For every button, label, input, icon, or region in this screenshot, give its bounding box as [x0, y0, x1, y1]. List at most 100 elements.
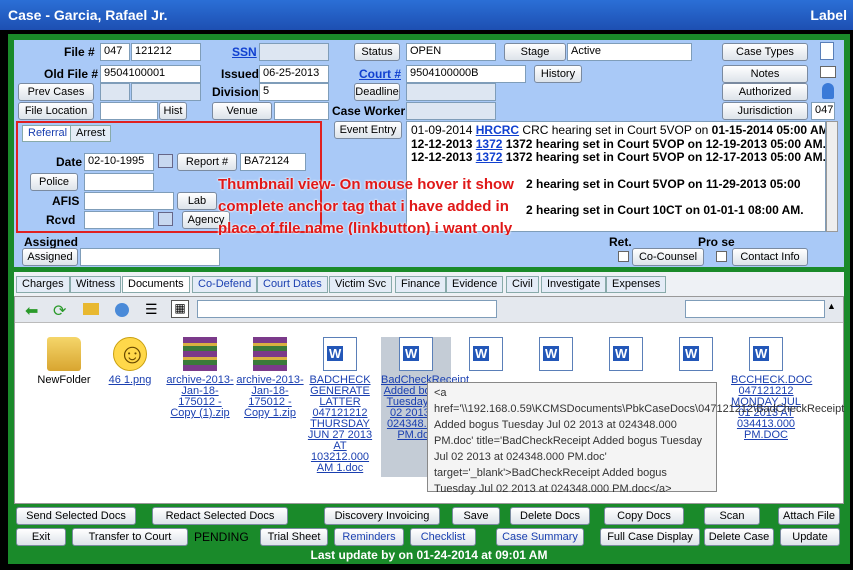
- document-name[interactable]: 46 1.png: [95, 375, 165, 386]
- document-name[interactable]: archive-2013-Jan-18-175012 - Copy 1.zip: [235, 375, 305, 419]
- full-case-display-button[interactable]: Full Case Display: [600, 528, 700, 546]
- doc-action-button[interactable]: Copy Docs: [604, 507, 684, 525]
- afis-field[interactable]: [84, 192, 174, 210]
- list-view-icon[interactable]: ☰: [145, 301, 158, 318]
- doc-action-button[interactable]: Redact Selected Docs: [152, 507, 288, 525]
- ret-checkbox[interactable]: [618, 251, 629, 262]
- court-value[interactable]: 9504100000B: [406, 65, 526, 83]
- file-no-a[interactable]: 047: [100, 43, 130, 61]
- venue-field[interactable]: [274, 102, 329, 120]
- doc-action-button[interactable]: Delete Docs: [510, 507, 590, 525]
- tab-witness[interactable]: Witness: [70, 276, 122, 293]
- reminders-button[interactable]: Reminders: [334, 528, 404, 546]
- document-name[interactable]: archive-2013-Jan-18-175012 - Copy (1).zi…: [165, 375, 235, 419]
- event-code-link[interactable]: HRCRC: [476, 123, 519, 137]
- doc-action-button[interactable]: Attach File: [778, 507, 840, 525]
- cocounsel-button[interactable]: Co-Counsel: [632, 248, 704, 266]
- document-item[interactable]: NewFolder: [29, 337, 99, 386]
- police-button[interactable]: Police: [30, 173, 78, 191]
- calendar-icon[interactable]: [158, 212, 173, 226]
- assigned-field[interactable]: [80, 248, 220, 266]
- exit-button[interactable]: Exit: [16, 528, 66, 546]
- authorized-button[interactable]: Authorized: [722, 83, 808, 101]
- tab-documents[interactable]: Documents: [122, 276, 190, 293]
- assigned-button[interactable]: Assigned: [22, 248, 78, 266]
- document-name[interactable]: BADCHECK GENERATE LATTER 047121212 THURS…: [305, 375, 375, 474]
- division-value[interactable]: 5: [259, 83, 329, 101]
- doc-action-button[interactable]: Send Selected Docs: [16, 507, 136, 525]
- rcvd-field[interactable]: [84, 211, 154, 229]
- thumbnail-view-icon[interactable]: ▦: [171, 300, 189, 318]
- issued-value[interactable]: 06-25-2013: [259, 65, 329, 83]
- file-location-field[interactable]: [100, 102, 158, 120]
- status-value[interactable]: OPEN: [406, 43, 496, 61]
- stage-value[interactable]: Active: [567, 43, 692, 61]
- tab-finance[interactable]: Finance: [395, 276, 447, 293]
- user-icon[interactable]: [822, 83, 834, 99]
- stage-button[interactable]: Stage: [504, 43, 566, 61]
- document-item[interactable]: [591, 337, 661, 375]
- prev-field-b[interactable]: [131, 83, 201, 101]
- event-entry-button[interactable]: Event Entry: [334, 121, 402, 139]
- tab-charges[interactable]: Charges: [16, 276, 70, 293]
- document-item[interactable]: archive-2013-Jan-18-175012 - Copy (1).zi…: [165, 337, 235, 419]
- tab-victim-svc[interactable]: Victim Svc: [329, 276, 393, 293]
- tab-investigate[interactable]: Investigate: [541, 276, 607, 293]
- file-location-button[interactable]: File Location: [18, 102, 94, 120]
- case-summary-button[interactable]: Case Summary: [496, 528, 584, 546]
- mail-icon[interactable]: [820, 66, 836, 78]
- lab-button[interactable]: Lab: [177, 192, 217, 210]
- contact-info-button[interactable]: Contact Info: [732, 248, 808, 266]
- document-item[interactable]: [451, 337, 521, 375]
- document-item[interactable]: [661, 337, 731, 375]
- tab-expenses[interactable]: Expenses: [606, 276, 667, 293]
- document-item[interactable]: 46 1.png: [95, 337, 165, 386]
- transfer-to-court-button[interactable]: Transfer to Court: [72, 528, 188, 546]
- trial-sheet-button[interactable]: Trial Sheet: [260, 528, 328, 546]
- court-link[interactable]: Court #: [359, 67, 401, 81]
- history-button[interactable]: History: [534, 65, 582, 83]
- scroll-up-icon[interactable]: ▲: [827, 301, 836, 311]
- hist-button[interactable]: Hist: [159, 102, 187, 120]
- document-item[interactable]: archive-2013-Jan-18-175012 - Copy 1.zip: [235, 337, 305, 419]
- case-worker-field[interactable]: [406, 102, 496, 120]
- tab-evidence[interactable]: Evidence: [446, 276, 504, 293]
- doc-action-button[interactable]: Save: [452, 507, 500, 525]
- tab-co-defend[interactable]: Co-Defend: [192, 276, 258, 293]
- doc-action-button[interactable]: Scan: [704, 507, 760, 525]
- deadline-field[interactable]: [406, 83, 496, 101]
- ssn-link[interactable]: SSN: [232, 45, 257, 59]
- event-code-link[interactable]: 1372: [476, 150, 503, 164]
- jurisdiction-button[interactable]: Jurisdiction: [722, 102, 808, 120]
- document-item[interactable]: BCCHECK.DOC 047121212 MONDAY JUL 01 2013…: [731, 337, 812, 441]
- prev-field-a[interactable]: [100, 83, 130, 101]
- update-button[interactable]: Update: [780, 528, 840, 546]
- event-code-link[interactable]: 1372: [476, 137, 503, 151]
- delete-case-button[interactable]: Delete Case: [704, 528, 774, 546]
- back-arrow-icon[interactable]: ⬅: [25, 301, 38, 321]
- document-icon[interactable]: [820, 42, 834, 60]
- search-field[interactable]: [685, 300, 825, 318]
- jurisdiction-value[interactable]: 047: [811, 102, 835, 120]
- prose-checkbox[interactable]: [716, 251, 727, 262]
- report-field[interactable]: BA72124: [240, 153, 306, 171]
- date-field[interactable]: 02-10-1995: [84, 153, 154, 171]
- checklist-button[interactable]: Checklist: [410, 528, 476, 546]
- prev-cases-button[interactable]: Prev Cases: [18, 83, 94, 101]
- deadline-button[interactable]: Deadline: [354, 83, 400, 101]
- report-button[interactable]: Report #: [177, 153, 237, 171]
- new-folder-icon[interactable]: [83, 303, 99, 315]
- old-file-value[interactable]: 9504100001: [100, 65, 201, 83]
- settings-icon[interactable]: [115, 303, 129, 317]
- refresh-icon[interactable]: ⟳: [53, 301, 66, 321]
- path-field[interactable]: [197, 300, 497, 318]
- document-item[interactable]: BADCHECK GENERATE LATTER 047121212 THURS…: [305, 337, 375, 474]
- venue-button[interactable]: Venue: [212, 102, 272, 120]
- police-field[interactable]: [84, 173, 154, 191]
- document-name[interactable]: NewFolder: [29, 375, 99, 386]
- tab-referral[interactable]: Referral: [22, 125, 74, 142]
- document-item[interactable]: [521, 337, 591, 375]
- notes-button[interactable]: Notes: [722, 65, 808, 83]
- tab-court-dates[interactable]: Court Dates: [257, 276, 328, 293]
- file-no-b[interactable]: 121212: [131, 43, 201, 61]
